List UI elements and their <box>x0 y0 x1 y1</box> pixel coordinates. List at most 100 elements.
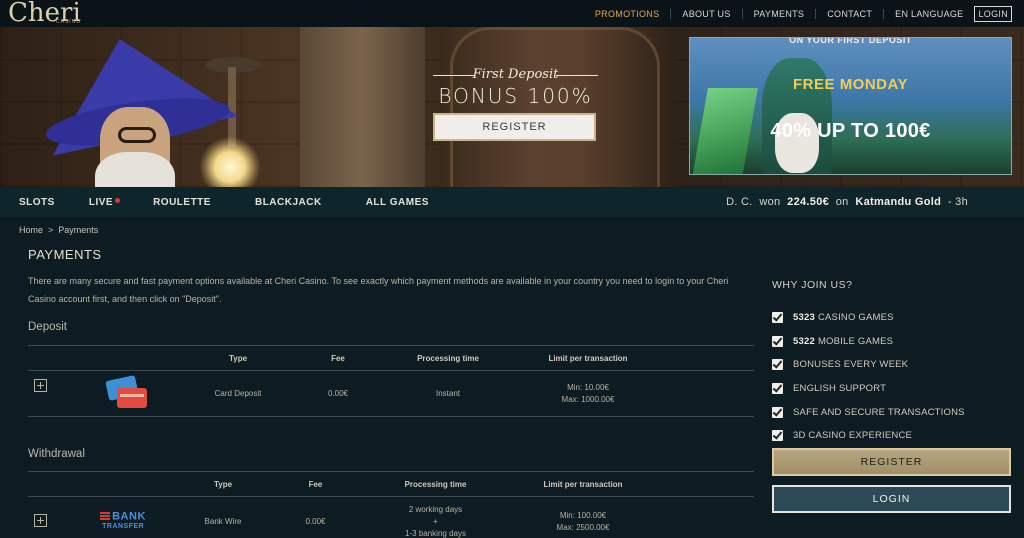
withdrawal-limit: Min: 100.00€ Max: 2500.00€ <box>523 496 643 538</box>
checkmark-icon <box>772 383 783 395</box>
deposit-limit: Min: 10.00€ Max: 1000.00€ <box>523 370 653 417</box>
withdrawal-pad-cell <box>643 496 754 538</box>
list-item: 5323 CASINO GAMES <box>772 306 965 330</box>
sidebar-login-button[interactable]: LOGIN <box>772 485 1011 513</box>
wizard-beard <box>95 152 175 187</box>
nav-contact[interactable]: CONTACT <box>816 8 885 19</box>
deposit-col-logo <box>83 345 173 371</box>
side-promo-top-text: ON YOUR FIRST DEPOSIT <box>789 37 912 45</box>
withdrawal-col-expand <box>28 471 83 497</box>
category-blackjack[interactable]: BLACKJACK <box>255 197 322 208</box>
withdrawal-table-header: Type Fee Processing time Limit per trans… <box>28 471 754 497</box>
deposit-heading: Deposit <box>28 321 67 333</box>
list-item: SAFE AND SECURE TRANSACTIONS <box>772 400 965 424</box>
category-roulette[interactable]: ROULETTE <box>153 197 211 208</box>
expand-cell <box>28 370 83 417</box>
withdrawal-table: Type Fee Processing time Limit per trans… <box>28 471 754 538</box>
breadcrumb-home[interactable]: Home <box>19 225 43 235</box>
withdrawal-time-2: + <box>433 516 438 526</box>
side-promo-title: FREE MONDAY <box>793 76 908 93</box>
hero-banner: First Deposit BONUS 100% REGISTER ON YOU… <box>0 27 1024 187</box>
expand-plus-icon[interactable] <box>34 379 47 392</box>
checkmark-icon <box>772 430 783 442</box>
why-join-list: 5323 CASINO GAMES 5322 MOBILE GAMES BONUSE… <box>772 306 965 448</box>
nav-about-us[interactable]: ABOUT US <box>671 8 743 19</box>
withdrawal-min: Min: 100.00€ <box>559 510 607 520</box>
winner-on-label: on <box>835 196 849 208</box>
table-row[interactable]: Card Deposit 0.00€ Instant Min: 10.00€ Ma… <box>28 370 754 417</box>
expand-cell <box>28 496 83 538</box>
sidebar-register-button[interactable]: REGISTER <box>772 448 1011 476</box>
withdrawal-fee: 0.00€ <box>283 496 348 538</box>
recent-winner-ticker: D. C. won 224.50€ on Katmandu Gold - 3h <box>726 196 968 208</box>
why-item-text: BONUSES EVERY WEEK <box>793 359 909 371</box>
withdrawal-col-fee: Fee <box>283 471 348 497</box>
category-nav: SLOTS LIVE ROULETTE BLACKJACK ALL GAMES … <box>0 187 1024 217</box>
language-selector[interactable]: EN LANGUAGE <box>884 9 974 19</box>
logo-cell: BANK TRANSFER <box>83 496 163 538</box>
deposit-table: Type Fee Processing time Limit per trans… <box>28 345 754 417</box>
withdrawal-col-type: Type <box>163 471 283 497</box>
list-item: BONUSES EVERY WEEK <box>772 353 965 377</box>
why-item-text: CASINO GAMES <box>817 312 894 324</box>
why-join-title: WHY JOIN US? <box>772 279 853 291</box>
withdrawal-col-processing: Processing time <box>348 471 523 497</box>
hero-register-button[interactable]: REGISTER <box>433 113 596 141</box>
why-item-text: ENGLISH SUPPORT <box>793 383 887 395</box>
checkmark-icon <box>772 359 783 371</box>
withdrawal-col-limit: Limit per transaction <box>523 471 643 497</box>
deposit-col-limit: Limit per transaction <box>523 345 653 371</box>
logo-subtitle: CASINO <box>56 19 82 25</box>
category-slots[interactable]: SLOTS <box>19 197 55 208</box>
why-item-text: 3D CASINO EXPERIENCE <box>793 430 913 442</box>
deposit-type: Card Deposit <box>173 370 303 417</box>
nav-promotions[interactable]: PROMOTIONS <box>584 8 672 19</box>
list-item: 5322 MOBILE GAMES <box>772 330 965 354</box>
winner-game[interactable]: Katmandu Gold <box>855 196 941 208</box>
deposit-fee: 0.00€ <box>303 370 373 417</box>
first-deposit-label: First Deposit <box>433 67 598 82</box>
checkmark-icon <box>772 312 783 324</box>
breadcrumb-current: Payments <box>58 225 99 235</box>
page-intro: There are many secure and fast payment o… <box>28 276 729 304</box>
bank-transfer-icon: BANK TRANSFER <box>100 510 146 530</box>
why-item-number: 5322 <box>793 335 815 347</box>
withdrawal-type: Bank Wire <box>163 496 283 538</box>
breadcrumb: Home > Payments <box>19 225 98 235</box>
withdrawal-col-pad <box>643 471 754 497</box>
withdrawal-time-3: 1-3 banking days <box>405 528 466 538</box>
deposit-max: Max: 1000.00€ <box>561 394 615 404</box>
bank-logo-bottom: TRANSFER <box>102 522 145 530</box>
deposit-pad-cell <box>653 370 754 417</box>
withdrawal-heading: Withdrawal <box>28 448 85 460</box>
logo-cell <box>83 370 173 417</box>
top-nav: PROMOTIONS ABOUT US PAYMENTS CONTACT EN … <box>584 0 1012 27</box>
why-item-text: SAFE AND SECURE TRANSACTIONS <box>793 406 965 418</box>
bank-logo-top: BANK <box>112 510 146 523</box>
breadcrumb-separator: > <box>48 225 54 235</box>
category-all-games[interactable]: ALL GAMES <box>366 197 429 208</box>
category-live[interactable]: LIVE <box>89 197 121 208</box>
expand-plus-icon[interactable] <box>34 514 47 527</box>
withdrawal-time-1: 2 working days <box>408 504 463 514</box>
table-row[interactable]: BANK TRANSFER Bank Wire 0.00€ 2 working … <box>28 496 754 538</box>
checkmark-icon <box>772 335 783 347</box>
winner-time: - 3h <box>947 196 968 208</box>
withdrawal-time: 2 working days + 1-3 banking days <box>348 496 523 538</box>
deposit-col-type: Type <box>173 345 303 371</box>
deposit-col-processing: Processing time <box>373 345 523 371</box>
why-item-text: MOBILE GAMES <box>817 335 894 347</box>
deposit-min: Min: 10.00€ <box>567 382 609 392</box>
nav-payments[interactable]: PAYMENTS <box>743 8 817 19</box>
top-login-button[interactable]: LOGIN <box>974 5 1012 22</box>
category-items: SLOTS LIVE ROULETTE BLACKJACK ALL GAMES <box>0 187 429 217</box>
free-monday-promo[interactable]: ON YOUR FIRST DEPOSIT FREE MONDAY 40% UP… <box>689 37 1012 175</box>
live-indicator-icon <box>115 197 121 203</box>
deposit-col-pad <box>653 345 754 371</box>
withdrawal-col-logo <box>83 471 163 497</box>
deposit-col-expand <box>28 345 83 371</box>
list-item: 3D CASINO EXPERIENCE <box>772 424 965 448</box>
deposit-col-fee: Fee <box>303 345 373 371</box>
page-title: PAYMENTS <box>28 247 102 262</box>
winner-amount: 224.50€ <box>787 196 830 208</box>
